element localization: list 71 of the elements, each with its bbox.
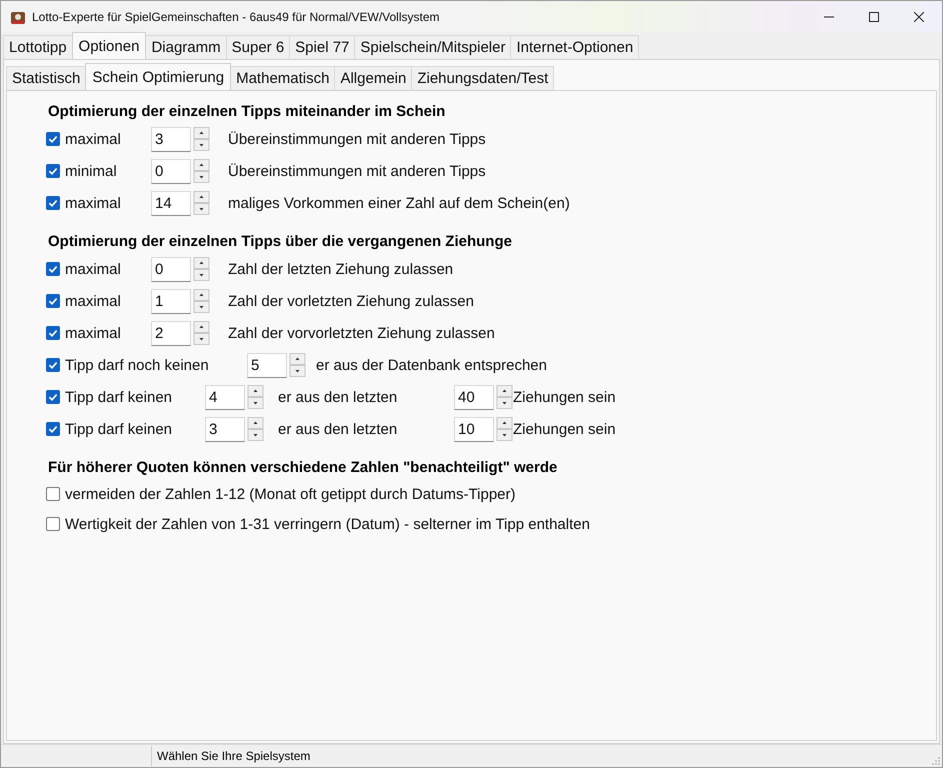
spin-buttons[interactable] xyxy=(289,353,306,377)
spin-buttons[interactable] xyxy=(193,159,210,183)
close-icon[interactable] xyxy=(914,12,924,22)
number-field[interactable]: 10 xyxy=(454,416,494,442)
tab[interactable]: Mathematisch xyxy=(230,66,336,90)
checkbox[interactable] xyxy=(46,294,60,308)
option-label: maximal xyxy=(65,260,122,278)
tab[interactable]: Allgemein xyxy=(334,66,412,90)
option-label: maximal xyxy=(65,194,122,212)
option-text: maliges Vorkommen einer Zahl auf dem Schein(en) xyxy=(228,194,570,212)
option-label: maximal xyxy=(65,130,122,148)
option-text: Zahl der vorletzten Ziehung zulassen xyxy=(228,292,474,310)
option-label: maximal xyxy=(65,292,122,310)
spin-buttons[interactable] xyxy=(496,417,513,441)
number-field[interactable]: 1 xyxy=(151,288,191,314)
checkbox[interactable] xyxy=(46,164,60,178)
spin-buttons[interactable] xyxy=(247,385,264,409)
option-label: vermeiden der Zahlen 1-12 (Monat oft getippt durch Datums-Tipper) xyxy=(65,486,516,502)
option-text: Übereinstimmungen mit anderen Tipps xyxy=(228,130,486,148)
tab[interactable]: Ziehungsdaten/Test xyxy=(411,66,554,90)
number-field[interactable]: 5 xyxy=(247,352,287,378)
option-text: Zahl der letzten Ziehung zulassen xyxy=(228,260,454,278)
spin-buttons[interactable] xyxy=(193,127,210,151)
status-text: Wählen Sie Ihre Spielsystem xyxy=(157,749,310,763)
checkbox[interactable] xyxy=(46,422,60,436)
checkbox[interactable] xyxy=(46,262,60,276)
maximize-icon[interactable] xyxy=(869,12,879,22)
tab[interactable]: Optionen xyxy=(72,32,146,59)
option-label: maximal xyxy=(65,324,122,342)
number-field[interactable]: 4 xyxy=(205,384,245,410)
number-field[interactable]: 3 xyxy=(151,126,191,152)
option-text: er aus den letzten xyxy=(278,420,398,438)
number-field[interactable]: 0 xyxy=(151,158,191,184)
number-field[interactable]: 2 xyxy=(151,320,191,346)
option-label: Wertigkeit der Zahlen von 1-31 verringern (Datum) - selterner im Tipp enthalten xyxy=(65,516,590,532)
tab[interactable]: Statistisch xyxy=(6,66,86,90)
spin-buttons[interactable] xyxy=(193,321,210,345)
option-label: Tipp darf keinen xyxy=(65,420,174,438)
option-text: Übereinstimmungen mit anderen Tipps xyxy=(228,162,486,180)
tab[interactable]: Schein Optimierung xyxy=(85,63,232,90)
checkbox[interactable] xyxy=(46,132,60,146)
checkbox[interactable] xyxy=(46,326,60,340)
spin-buttons[interactable] xyxy=(496,385,513,409)
option-text: Zahl der vorvorletzten Ziehung zulassen xyxy=(228,324,495,342)
spin-buttons[interactable] xyxy=(193,289,210,313)
resize-grip-icon xyxy=(932,757,940,765)
option-label: minimal xyxy=(65,162,118,180)
number-field[interactable]: 14 xyxy=(151,190,191,216)
checkbox[interactable] xyxy=(46,196,60,210)
option-label: Tipp darf keinen xyxy=(65,388,174,406)
checkbox[interactable] xyxy=(46,487,60,501)
spin-buttons[interactable] xyxy=(193,257,210,281)
section-heading: Für höherer Quoten können verschiedene Zahlen "benachteiligt" werde xyxy=(48,458,558,478)
option-text: er aus der Datenbank entsprechen xyxy=(316,356,547,374)
checkbox[interactable] xyxy=(46,390,60,404)
tab[interactable]: Lottotipp xyxy=(3,35,73,59)
section-heading: Optimierung der einzelnen Tipps miteinander im Schein xyxy=(48,102,446,122)
spin-buttons[interactable] xyxy=(193,191,210,215)
window-title: Lotto-Experte für SpielGemeinschaften - 6aus49 für Normal/VEW/Vollsystem xyxy=(32,10,440,24)
checkbox[interactable] xyxy=(46,358,60,372)
option-text: Ziehungen sein xyxy=(513,388,616,406)
spin-buttons[interactable] xyxy=(247,417,264,441)
checkbox[interactable] xyxy=(46,517,60,531)
tab[interactable]: Internet-Optionen xyxy=(510,35,640,59)
number-field[interactable]: 40 xyxy=(454,384,494,410)
option-text: Ziehungen sein xyxy=(513,420,616,438)
number-field[interactable]: 0 xyxy=(151,256,191,282)
option-label: Tipp darf noch keinen xyxy=(65,356,210,374)
section-heading: Optimierung der einzelnen Tipps über die vergangenen Ziehunge xyxy=(48,232,513,252)
number-field[interactable]: 3 xyxy=(205,416,245,442)
option-text: er aus den letzten xyxy=(278,388,398,406)
